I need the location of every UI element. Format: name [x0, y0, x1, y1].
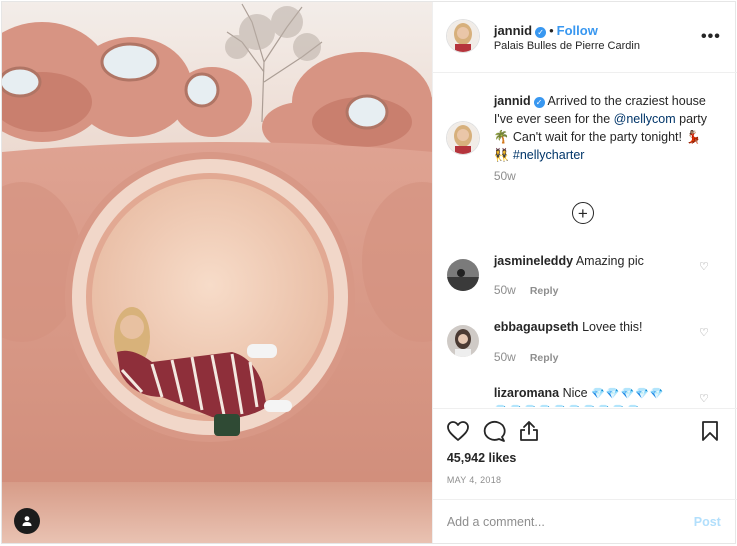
comment: lizaromana Nice 💎💎💎💎💎 💎💎💎💎💎💎💎💎💎💎 — [494, 385, 704, 407]
share-icon[interactable] — [518, 420, 540, 442]
instagram-post-modal: jannid ✓ • Follow Palais Bulles de Pierre C… — [1, 1, 737, 544]
comments-list[interactable]: jannid ✓ Arrived to the craziest house I'… — [433, 74, 737, 407]
avatar[interactable] — [446, 122, 479, 154]
comment: ebbagaupseth Lovee this! — [494, 320, 643, 334]
heart-icon[interactable]: ♡ — [699, 392, 709, 405]
plus-circle-icon[interactable]: + — [571, 202, 594, 224]
comment-emojis-2: 💎💎💎💎💎💎💎💎💎💎 — [494, 405, 641, 407]
post-date[interactable]: MAY 4, 2018 — [447, 475, 502, 485]
comment-meta: 50w Reply — [494, 350, 559, 364]
post-side-panel: jannid ✓ • Follow Palais Bulles de Pierre C… — [431, 2, 737, 544]
comment-meta: 50w Reply — [494, 283, 559, 297]
caption-hashtag[interactable]: #nellycharter — [513, 148, 585, 162]
reply-button[interactable]: Reply — [530, 285, 559, 297]
comment-text: Lovee this! — [582, 320, 643, 334]
avatar[interactable] — [446, 259, 479, 291]
likes-count[interactable]: 45,942 likes — [447, 451, 517, 465]
heart-icon[interactable]: ♡ — [699, 326, 709, 339]
post-username[interactable]: jannid — [494, 23, 532, 38]
caption-username[interactable]: jannid — [494, 94, 531, 108]
comment-text: Amazing pic — [575, 254, 644, 268]
comment-timestamp[interactable]: 50w — [494, 283, 516, 297]
comment-username[interactable]: ebbagaupseth — [494, 320, 579, 334]
heart-icon[interactable] — [446, 420, 470, 442]
reply-button[interactable]: Reply — [530, 352, 559, 364]
comment-username[interactable]: jasmineleddy — [494, 254, 573, 268]
post-actions: 45,942 likes MAY 4, 2018 Post — [432, 408, 737, 544]
header-separator: • — [549, 23, 554, 38]
comment-emojis: 💎💎💎💎💎 — [591, 388, 665, 400]
bubble-house-photo — [2, 2, 432, 543]
verified-badge-icon: ✓ — [533, 97, 545, 108]
comment: jasmineleddy Amazing pic — [494, 254, 644, 268]
follow-button[interactable]: Follow — [557, 23, 598, 38]
user-tag-icon[interactable] — [14, 508, 40, 534]
caption-mention[interactable]: @nellycom — [614, 112, 676, 126]
comment-timestamp[interactable]: 50w — [494, 350, 516, 364]
more-horizontal-icon[interactable]: ••• — [701, 28, 721, 46]
comment-text: Nice — [562, 386, 588, 400]
avatar[interactable] — [446, 20, 479, 52]
comment-username[interactable]: lizaromana — [494, 386, 559, 400]
verified-badge-icon: ✓ — [535, 27, 547, 38]
post-caption: jannid ✓ Arrived to the craziest house I'… — [494, 92, 716, 164]
bookmark-icon[interactable] — [700, 420, 720, 442]
post-photo[interactable] — [2, 2, 432, 543]
avatar[interactable] — [446, 325, 479, 357]
heart-icon[interactable]: ♡ — [699, 260, 709, 273]
post-header: jannid ✓ • Follow Palais Bulles de Pierre C… — [432, 2, 737, 73]
comment-icon[interactable] — [482, 420, 506, 442]
post-location[interactable]: Palais Bulles de Pierre Cardin — [494, 40, 640, 52]
comment-input[interactable] — [446, 512, 677, 532]
post-comment-button[interactable]: Post — [694, 515, 721, 529]
caption-timestamp[interactable]: 50w — [494, 169, 516, 183]
add-comment-bar: Post — [432, 499, 737, 544]
